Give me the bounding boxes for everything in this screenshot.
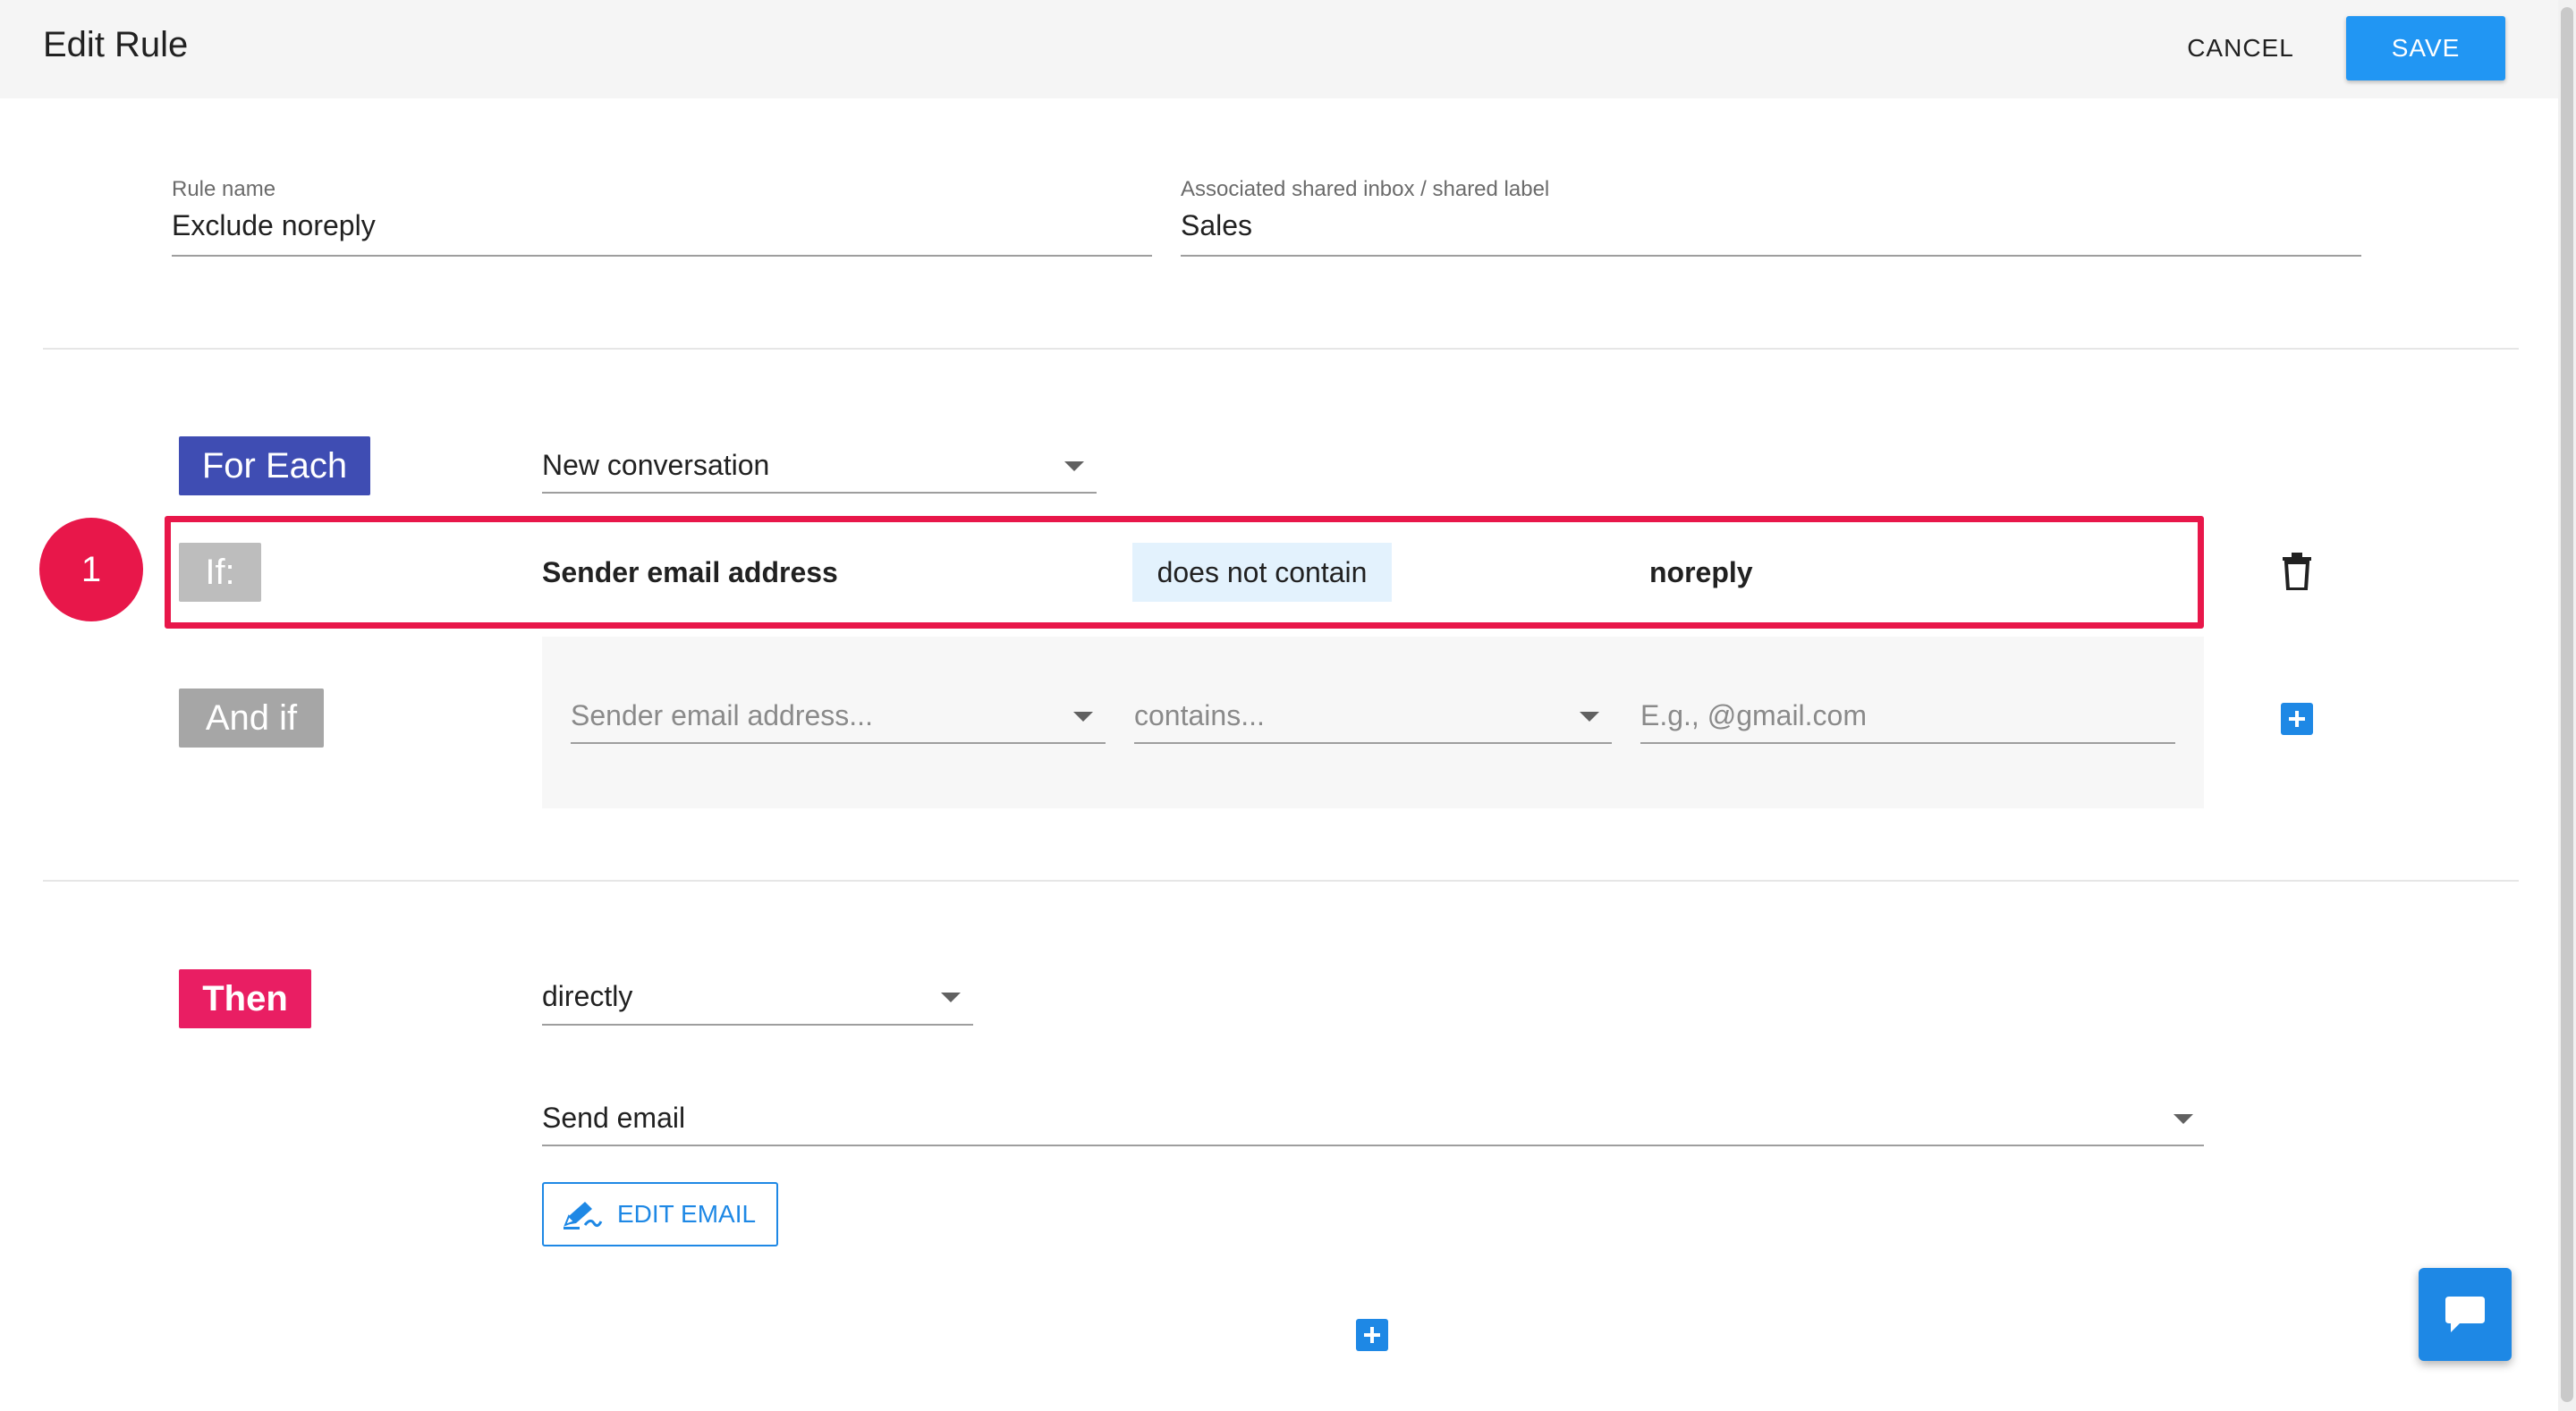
- add-condition-button[interactable]: [2281, 703, 2313, 735]
- scrollbar-thumb[interactable]: [2561, 7, 2573, 1402]
- condition-field[interactable]: Sender email address: [542, 556, 838, 589]
- and-if-operator-select[interactable]: contains...: [1134, 699, 1265, 732]
- chat-bubble-icon: [2445, 1297, 2485, 1332]
- trash-icon[interactable]: [2281, 553, 2313, 591]
- rule-name-input[interactable]: Exclude noreply: [172, 209, 376, 242]
- inbox-input[interactable]: Sales: [1181, 209, 1252, 242]
- condition-operator[interactable]: does not contain: [1132, 543, 1392, 602]
- and-if-field-select[interactable]: Sender email address...: [571, 699, 873, 732]
- edit-email-label: EDIT EMAIL: [617, 1200, 757, 1228]
- for-each-chip: For Each: [179, 436, 370, 495]
- trigger-select-underline: [542, 492, 1097, 494]
- edit-email-button[interactable]: EDIT EMAIL: [542, 1182, 778, 1246]
- then-chip: Then: [179, 969, 311, 1028]
- chevron-down-icon[interactable]: [1064, 461, 1084, 471]
- plus-icon: [2289, 711, 2305, 727]
- and-if-value-input[interactable]: E.g., @gmail.com: [1640, 699, 1867, 732]
- action-select-underline: [542, 1145, 2204, 1146]
- rule-name-underline: [172, 255, 1152, 257]
- and-if-value-underline: [1640, 742, 2175, 744]
- action-select[interactable]: Send email: [542, 1102, 685, 1135]
- chevron-down-icon[interactable]: [941, 993, 961, 1002]
- rule-name-label: Rule name: [172, 177, 276, 201]
- save-button[interactable]: SAVE: [2346, 16, 2505, 80]
- section-divider-middle: [43, 880, 2519, 882]
- and-if-field-underline: [571, 742, 1106, 744]
- if-chip: If:: [179, 543, 261, 602]
- pencil-icon: [564, 1202, 603, 1229]
- timing-select-underline: [542, 1024, 973, 1026]
- timing-select[interactable]: directly: [542, 980, 632, 1013]
- cancel-button[interactable]: CANCEL: [2165, 20, 2317, 77]
- header-bar: Edit Rule CANCEL SAVE: [0, 0, 2576, 98]
- chevron-down-icon[interactable]: [2174, 1114, 2193, 1124]
- condition-value[interactable]: noreply: [1649, 556, 1753, 589]
- plus-icon: [1364, 1327, 1380, 1343]
- add-action-button[interactable]: [1356, 1319, 1388, 1351]
- and-if-chip: And if: [179, 689, 324, 748]
- edit-rule-page: Edit Rule CANCEL SAVE Rule name Exclude …: [0, 0, 2576, 1411]
- inbox-underline: [1181, 255, 2361, 257]
- trigger-select[interactable]: New conversation: [542, 449, 769, 482]
- inbox-label: Associated shared inbox / shared label: [1181, 177, 1550, 201]
- chevron-down-icon[interactable]: [1073, 712, 1093, 722]
- and-if-operator-underline: [1134, 742, 1612, 744]
- chevron-down-icon[interactable]: [1580, 712, 1599, 722]
- step-badge: 1: [39, 518, 143, 621]
- page-title: Edit Rule: [43, 25, 189, 64]
- chat-button[interactable]: [2419, 1268, 2512, 1361]
- section-divider-top: [43, 348, 2519, 350]
